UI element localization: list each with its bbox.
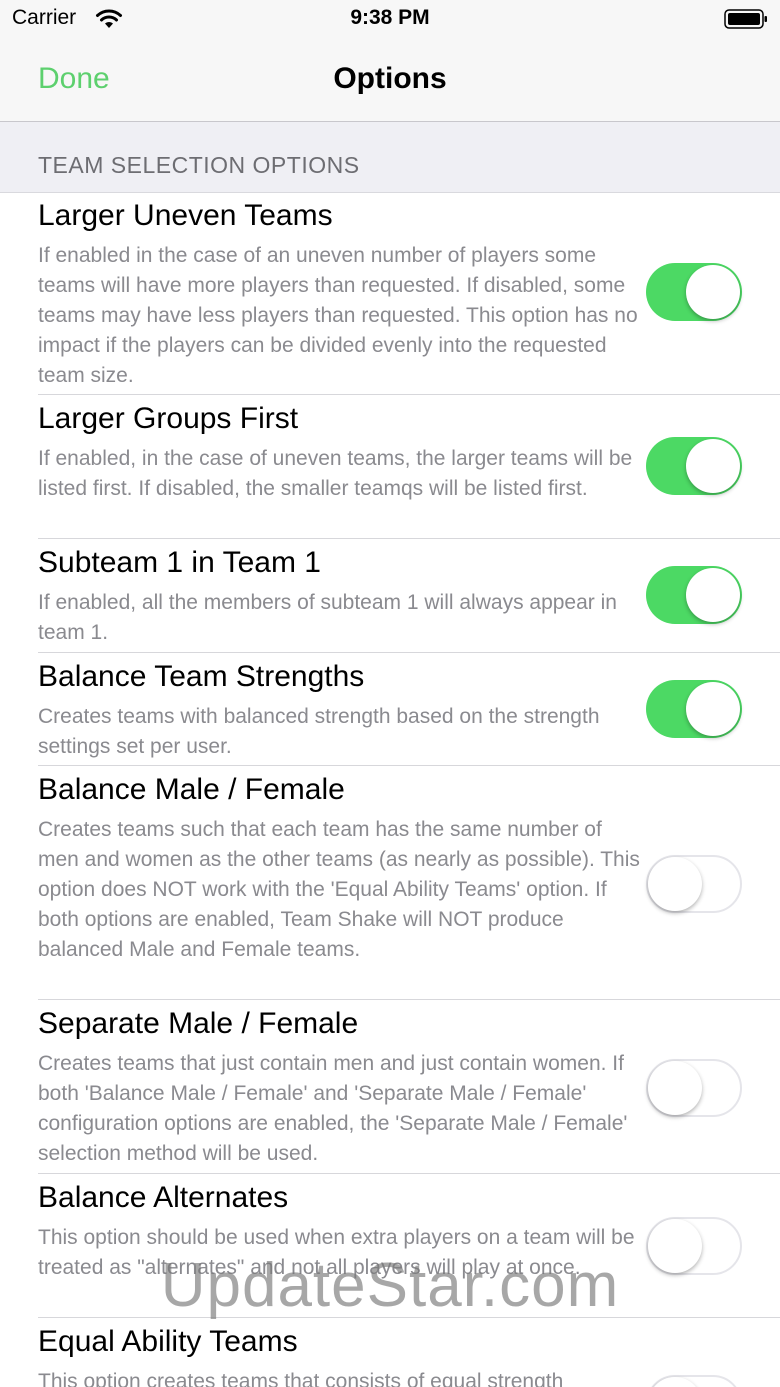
section-header: TEAM SELECTION OPTIONS (0, 122, 780, 193)
option-balance-team-strengths: Balance Team Strengths Creates teams wit… (0, 654, 780, 766)
separator (38, 652, 780, 653)
toggle-knob (686, 568, 740, 622)
subteam-1-in-team-1-toggle[interactable] (646, 566, 742, 624)
option-description: Creates teams with balanced strength bas… (38, 705, 600, 758)
toggle-knob (686, 439, 740, 493)
option-description: If enabled, in the case of uneven teams,… (38, 447, 633, 500)
option-description: If enabled, all the members of subteam 1… (38, 591, 617, 644)
option-title: Balance Male / Female (38, 773, 345, 806)
option-description: Creates teams that just contain men and … (38, 1052, 628, 1165)
battery-icon (724, 9, 767, 29)
balance-male-female-toggle[interactable] (646, 855, 742, 913)
option-description: If enabled in the case of an uneven numb… (38, 244, 638, 387)
page-title: Options (333, 62, 447, 95)
separator (38, 1173, 780, 1174)
separator (38, 538, 780, 539)
toggle-knob (648, 1377, 702, 1387)
toggle-knob (648, 857, 702, 911)
option-title: Larger Uneven Teams (38, 199, 333, 232)
option-larger-uneven-teams: Larger Uneven Teams If enabled in the ca… (0, 193, 780, 395)
option-title: Balance Alternates (38, 1181, 289, 1214)
larger-groups-first-toggle[interactable] (646, 437, 742, 495)
toggle-knob (648, 1061, 702, 1115)
option-title: Larger Groups First (38, 402, 299, 435)
option-larger-groups-first: Larger Groups First If enabled, in the c… (0, 396, 780, 539)
option-title: Balance Team Strengths (38, 660, 365, 693)
toggle-knob (686, 682, 740, 736)
toggle-knob (686, 265, 740, 319)
option-description: Creates teams such that each team has th… (38, 818, 640, 961)
equal-ability-teams-toggle[interactable] (646, 1375, 742, 1387)
watermark: UpdateStar.com (160, 1251, 620, 1320)
option-title: Equal Ability Teams (38, 1325, 298, 1358)
balance-team-strengths-toggle[interactable] (646, 680, 742, 738)
option-subteam-1-in-team-1: Subteam 1 in Team 1 If enabled, all the … (0, 540, 780, 653)
option-title: Separate Male / Female (38, 1007, 359, 1040)
option-equal-ability-teams: Equal Ability Teams This option creates … (0, 1319, 780, 1387)
status-bar: Carrier 9:38 PM (0, 0, 780, 40)
separator (38, 999, 780, 1000)
section-header-label: TEAM SELECTION OPTIONS (38, 152, 360, 178)
status-time: 9:38 PM (350, 6, 430, 29)
navigation-bar: Done Options (0, 40, 780, 122)
separator (38, 394, 780, 395)
option-balance-male-female: Balance Male / Female Creates teams such… (0, 767, 780, 1000)
option-description: This option creates teams that consists … (38, 1370, 564, 1387)
option-title: Subteam 1 in Team 1 (38, 546, 321, 579)
option-separate-male-female: Separate Male / Female Creates teams tha… (0, 1001, 780, 1174)
separator (38, 765, 780, 766)
larger-uneven-teams-toggle[interactable] (646, 263, 742, 321)
separate-male-female-toggle[interactable] (646, 1059, 742, 1117)
